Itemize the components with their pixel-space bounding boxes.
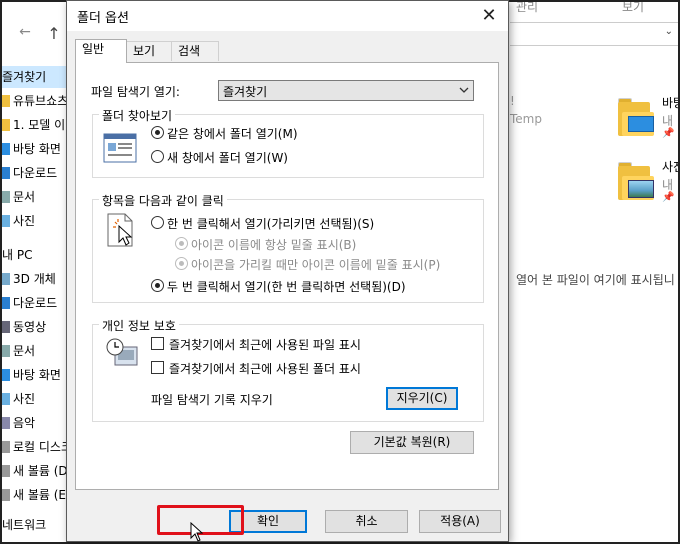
group-legend: 개인 정보 보호 <box>99 317 179 334</box>
folder-subtitle: 내 <box>662 178 674 192</box>
folder-icon-desktop[interactable] <box>618 98 656 138</box>
tab-search[interactable]: 검색 <box>171 41 219 61</box>
same-window-label[interactable]: 같은 창에서 폴더 열기(M) <box>167 125 298 142</box>
underline-hover-label[interactable]: 아이콘을 가리킬 때만 아이콘 이름에 밑줄 표시(P) <box>191 256 440 273</box>
back-arrow-icon[interactable]: ← <box>16 24 34 44</box>
desktop-icon <box>2 369 10 381</box>
folder-icon <box>2 119 10 131</box>
radio-single-click[interactable] <box>151 216 164 229</box>
temp-label: Temp <box>510 112 542 126</box>
sidebar-item[interactable]: 문서 <box>2 340 35 362</box>
sidebar-item[interactable]: 1. 모델 이 <box>2 114 65 136</box>
sidebar-item[interactable]: 로컬 디스크 <box>2 436 68 458</box>
sidebar-item-network[interactable]: 네트워크 <box>2 514 46 536</box>
drive-icon <box>2 465 10 477</box>
folder-name[interactable]: 바탕 <box>662 94 678 111</box>
privacy-clock-icon <box>106 338 138 366</box>
radio-underline-always[interactable] <box>175 237 188 250</box>
folder-subtitle: 내 <box>662 114 674 128</box>
sidebar-item[interactable]: 바탕 화면 <box>2 138 61 160</box>
sidebar-item[interactable]: 다운로드 <box>2 162 57 184</box>
sidebar-item[interactable]: 다운로드 <box>2 292 57 314</box>
ribbon-tab-view[interactable]: 보기 <box>622 2 644 15</box>
dialog-titlebar[interactable]: 폴더 옵션 ✕ <box>67 1 508 31</box>
music-icon <box>2 417 10 429</box>
drive-icon <box>2 441 10 453</box>
sidebar-item-favorites[interactable]: 즐겨찾기 <box>2 66 68 88</box>
navigation-pane: 즐겨찾기 유튜브쇼츠 1. 모델 이 바탕 화면 다운로드 문서 사진 내 PC… <box>2 64 68 542</box>
chevron-down-icon <box>459 87 469 93</box>
click-items-group: 항목을 다음과 같이 클릭 한 번 클릭해서 열기(가리키면 선택됨)(S) 아… <box>92 192 484 303</box>
group-legend: 항목을 다음과 같이 클릭 <box>99 192 227 209</box>
desktop-icon <box>2 143 10 155</box>
radio-double-click[interactable] <box>151 279 164 292</box>
sidebar-item-this-pc[interactable]: 내 PC <box>2 244 32 266</box>
folder-name[interactable]: 사진 <box>662 158 678 175</box>
folder-icon <box>2 95 10 107</box>
3d-objects-icon <box>2 273 10 285</box>
clear-history-button[interactable]: 지우기(C) <box>386 387 458 410</box>
restore-defaults-button[interactable]: 기본값 복원(R) <box>350 431 474 454</box>
chevron-down-icon[interactable]: ⌄ <box>665 26 673 37</box>
apply-button[interactable]: 적용(A) <box>419 510 501 533</box>
close-icon: ✕ <box>481 5 497 26</box>
sidebar-item[interactable]: 바탕 화면 <box>2 364 61 386</box>
sidebar-item[interactable]: 사진 <box>2 210 35 232</box>
video-icon <box>2 321 10 333</box>
download-icon <box>2 297 10 309</box>
pin-icon: 📌 <box>662 128 675 139</box>
folder-options-dialog: 폴더 옵션 ✕ 일반 보기 검색 파일 탐색기 열기: 즐겨찾기 폴더 찾아보기… <box>66 0 509 542</box>
sidebar-item[interactable]: 음악 <box>2 412 35 434</box>
browse-folders-group: 폴더 찾아보기 같은 창에서 폴더 열기(M) 새 창에서 폴더 열기(W) <box>92 107 484 178</box>
sidebar-item[interactable]: 사진 <box>2 388 35 410</box>
address-bar[interactable]: ⌄ <box>510 22 678 46</box>
single-click-label[interactable]: 한 번 클릭해서 열기(가리키면 선택됨)(S) <box>167 215 374 232</box>
recent-folders-label[interactable]: 즐겨찾기에서 최근에 사용된 폴더 표시 <box>169 360 361 377</box>
sidebar-item[interactable]: 문서 <box>2 186 35 208</box>
tab-general[interactable]: 일반 <box>75 39 127 63</box>
recent-files-label[interactable]: 즐겨찾기에서 최근에 사용된 파일 표시 <box>169 336 361 353</box>
picture-icon <box>2 393 10 405</box>
document-icon <box>2 345 10 357</box>
cancel-button[interactable]: 취소 <box>325 510 408 533</box>
ribbon-tab-manage[interactable]: 관리 <box>516 2 538 15</box>
sidebar-item[interactable]: 새 볼륨 (E <box>2 484 66 506</box>
folder-icon-pictures[interactable] <box>618 162 656 202</box>
document-icon <box>2 191 10 203</box>
picture-icon <box>2 215 10 227</box>
clear-history-label: 파일 탐색기 기록 지우기 <box>151 393 273 407</box>
drive-icon <box>2 489 10 501</box>
radio-underline-hover[interactable] <box>175 257 188 270</box>
underline-always-label[interactable]: 아이콘 이름에 항상 밑줄 표시(B) <box>191 236 356 253</box>
sidebar-item[interactable]: 유튜브쇼츠 <box>2 90 68 112</box>
radio-new-window[interactable] <box>151 150 164 163</box>
checkbox-recent-folders[interactable] <box>151 361 164 374</box>
click-cursor-icon <box>107 213 133 247</box>
content-pane: ! Temp 바탕 내 📌 사진 내 📌 열어 본 파일이 여기에 표시됩니 <box>510 62 678 542</box>
mouse-cursor-icon <box>190 522 204 542</box>
recent-files-message: 열어 본 파일이 여기에 표시됩니 <box>516 273 675 287</box>
dialog-title: 폴더 옵션 <box>77 11 129 26</box>
sidebar-item[interactable]: 동영상 <box>2 316 46 338</box>
group-legend: 폴더 찾아보기 <box>99 107 176 124</box>
sidebar-item[interactable]: 새 볼륨 (D <box>2 460 68 482</box>
radio-same-window[interactable] <box>151 126 164 139</box>
double-click-label[interactable]: 두 번 클릭해서 열기(한 번 클릭하면 선택됨)(D) <box>167 278 406 295</box>
close-button[interactable]: ✕ <box>474 3 504 29</box>
privacy-group: 개인 정보 보호 즐겨찾기에서 최근에 사용된 파일 표시 즐겨찾기에서 최근에… <box>92 317 484 422</box>
open-explorer-label: 파일 탐색기 열기: <box>91 85 180 99</box>
window-icon <box>103 133 137 163</box>
new-window-label[interactable]: 새 창에서 폴더 열기(W) <box>167 149 288 166</box>
truncated-mark: ! <box>510 94 515 108</box>
up-arrow-icon[interactable]: ↑ <box>46 24 62 44</box>
open-explorer-select[interactable]: 즐겨찾기 <box>218 80 474 101</box>
download-icon <box>2 167 10 179</box>
tab-view[interactable]: 보기 <box>126 41 172 61</box>
open-explorer-value: 즐겨찾기 <box>223 85 268 99</box>
checkbox-recent-files[interactable] <box>151 337 164 350</box>
pin-icon: 📌 <box>662 192 675 203</box>
general-tab-panel: 파일 탐색기 열기: 즐겨찾기 폴더 찾아보기 같은 창에서 폴더 열기(M) … <box>75 62 499 490</box>
sidebar-item[interactable]: 3D 개체 <box>2 268 56 290</box>
